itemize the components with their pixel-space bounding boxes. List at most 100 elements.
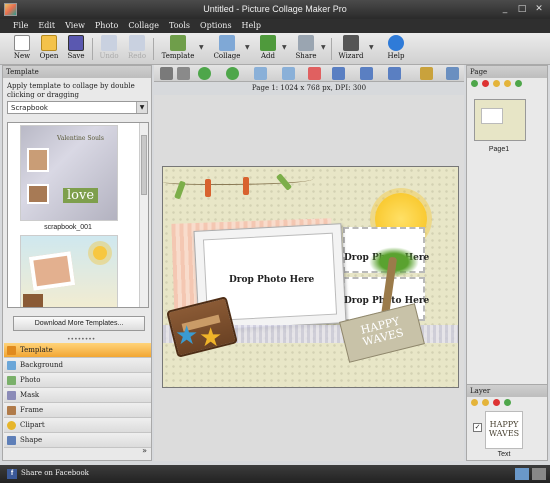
more-categories-icon[interactable]: » [142, 446, 147, 455]
delete-page-icon[interactable] [482, 80, 489, 87]
thumbnail-photo [27, 184, 49, 204]
page-thumbnail[interactable] [474, 99, 526, 141]
category-frame[interactable]: Frame [4, 403, 151, 418]
minimize-button[interactable]: _ [498, 3, 512, 15]
menu-edit[interactable]: Edit [33, 19, 60, 33]
main-toolbar: New Open Save Undo Redo Template ▼ Colla… [0, 33, 550, 65]
new-button[interactable]: New [10, 35, 34, 60]
new-label: New [13, 52, 31, 60]
crop-icon[interactable] [177, 67, 190, 80]
menu-collage[interactable]: Collage [123, 19, 164, 33]
thumbnail-photo [28, 251, 76, 291]
share-button[interactable]: Share [292, 35, 320, 60]
template-category-select[interactable]: Scrapbook ▼ [7, 101, 148, 114]
download-more-templates-button[interactable]: Download More Templates... [13, 316, 145, 331]
arrange-icon[interactable] [388, 67, 401, 80]
thumbnail-title-text: Valentine Souls [57, 135, 104, 142]
starfish-icon[interactable]: ★ [175, 323, 198, 349]
undo-button[interactable]: Undo [96, 35, 122, 60]
menu-view[interactable]: View [60, 19, 90, 33]
help-button[interactable]: Help [384, 35, 408, 60]
distribute-icon[interactable] [360, 67, 373, 80]
photo-icon [7, 376, 16, 385]
template-dropdown-icon[interactable]: ▼ [199, 44, 204, 51]
arrow-up-icon[interactable] [198, 67, 211, 80]
window-title: Untitled - Picture Collage Maker Pro [203, 4, 347, 14]
redo-button[interactable]: Redo [124, 35, 150, 60]
menu-options[interactable]: Options [195, 19, 237, 33]
layer-down-icon[interactable] [482, 399, 489, 406]
add-page-icon[interactable] [471, 80, 478, 87]
clothespin-clipart[interactable] [243, 177, 249, 195]
menu-help[interactable]: Help [237, 19, 266, 33]
wizard-label: Wizard [338, 52, 364, 60]
move-down-icon[interactable] [504, 80, 511, 87]
template-thumbnail-list[interactable]: Valentine Souls love scrapbook_001 [7, 122, 149, 308]
delete-icon[interactable] [308, 67, 321, 80]
category-mask[interactable]: Mask [4, 388, 151, 403]
category-background[interactable]: Background [4, 358, 151, 373]
splitter-grip[interactable]: •••••••• [67, 336, 95, 343]
info-icon[interactable] [446, 67, 459, 80]
facebook-icon[interactable]: f [7, 469, 17, 479]
menu-tools[interactable]: Tools [164, 19, 195, 33]
delete-layer-icon[interactable] [493, 399, 500, 406]
monitor-icon[interactable] [515, 468, 529, 480]
clothespin-clipart[interactable] [205, 179, 211, 197]
template-button[interactable]: Template [160, 35, 196, 60]
layer-panel-toolbar [467, 397, 547, 409]
collage-canvas[interactable]: Drop Photo Here Drop Photo Here Drop Pho… [162, 166, 459, 388]
share-on-facebook-link[interactable]: Share on Facebook [21, 469, 89, 477]
add-dropdown-icon[interactable]: ▼ [282, 44, 287, 51]
category-photo[interactable]: Photo [4, 373, 151, 388]
effects-icon[interactable] [420, 67, 433, 80]
category-shape[interactable]: Shape [4, 433, 151, 448]
layer-up-icon[interactable] [471, 399, 478, 406]
suitcase-icon [23, 294, 43, 307]
wizard-dropdown-icon[interactable]: ▼ [369, 44, 374, 51]
category-template[interactable]: Template [4, 343, 151, 358]
save-button[interactable]: Save [64, 35, 88, 60]
template-icon [170, 35, 186, 51]
template-label: Template [161, 52, 195, 60]
folder-icon [41, 35, 57, 51]
template-thumbnail-scrapbook-001[interactable]: Valentine Souls love [20, 125, 118, 221]
redo-icon [129, 35, 145, 51]
add-button[interactable]: Add [255, 35, 281, 60]
refresh-icon[interactable] [504, 399, 511, 406]
thumbnail-label: scrapbook_001 [44, 224, 92, 231]
bring-front-icon[interactable] [254, 67, 267, 80]
send-back-icon[interactable] [282, 67, 295, 80]
menu-photo[interactable]: Photo [90, 19, 123, 33]
share-dropdown-icon[interactable]: ▼ [321, 44, 326, 51]
layer-panel: Layer ✓ HAPPY WAVES Text [467, 384, 547, 461]
category-clipart[interactable]: Clipart [4, 418, 151, 433]
template-thumbnail-beach[interactable] [20, 235, 118, 307]
floppy-icon [68, 35, 84, 51]
person-icon[interactable] [160, 67, 173, 80]
toolbar-divider [331, 38, 332, 60]
help-label: Help [387, 52, 405, 60]
maximize-button[interactable]: □ [515, 3, 529, 15]
thumbnail-scrollbar[interactable] [139, 123, 148, 307]
collage-dropdown-icon[interactable]: ▼ [245, 44, 250, 51]
page-thumbnail-photo [481, 108, 503, 124]
magic-wand-icon [343, 35, 359, 51]
open-button[interactable]: Open [36, 35, 62, 60]
arrow-down-icon[interactable] [226, 67, 239, 80]
collage-button[interactable]: Collage [210, 35, 244, 60]
layer-item-text[interactable]: ✓ HAPPY WAVES Text [471, 411, 541, 461]
align-icon[interactable] [332, 67, 345, 80]
wizard-button[interactable]: Wizard [336, 35, 366, 60]
scrollbar-thumb[interactable] [141, 135, 147, 195]
move-up-icon[interactable] [493, 80, 500, 87]
resize-grip-icon[interactable] [532, 468, 546, 480]
close-button[interactable]: ✕ [532, 3, 546, 15]
editor-toolbar [154, 65, 464, 82]
chevron-down-icon[interactable]: ▼ [136, 102, 147, 113]
title-bar: Untitled - Picture Collage Maker Pro _ □… [0, 0, 550, 19]
starfish-icon[interactable]: ★ [199, 325, 222, 351]
menu-file[interactable]: File [8, 19, 33, 33]
layer-visibility-checkbox[interactable]: ✓ [473, 423, 482, 432]
refresh-icon[interactable] [515, 80, 522, 87]
